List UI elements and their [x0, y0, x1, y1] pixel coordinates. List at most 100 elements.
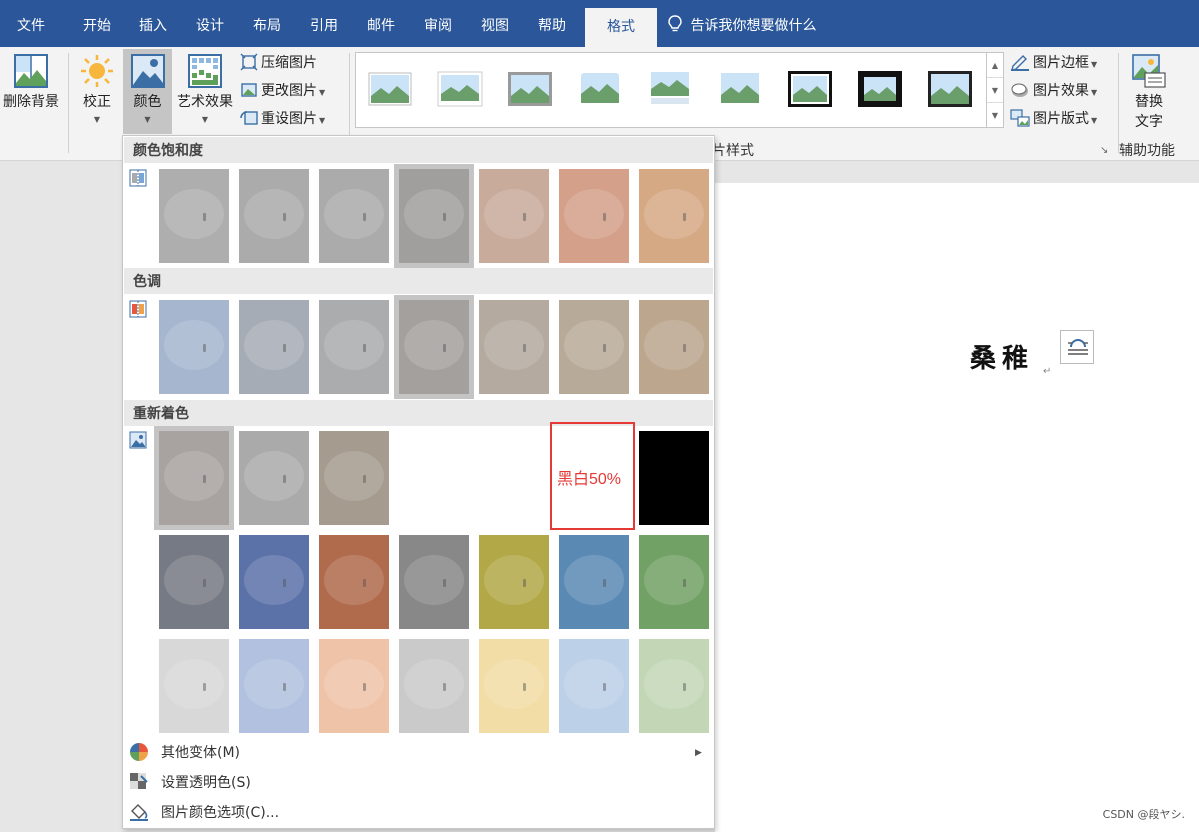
- tab-references[interactable]: 引用: [297, 0, 351, 47]
- submenu-arrow-icon: ▶: [695, 748, 702, 758]
- picture-styles-group-label: 片样式: [712, 143, 754, 159]
- color-swatch[interactable]: [239, 535, 309, 629]
- color-swatch[interactable]: [559, 535, 629, 629]
- scroll-up-icon[interactable]: ▲: [987, 53, 1003, 78]
- color-swatch[interactable]: [639, 169, 709, 263]
- picture-style-thumbnail[interactable]: [367, 70, 413, 108]
- color-swatch[interactable]: [479, 169, 549, 263]
- more-variations-item[interactable]: 其他变体(M): [161, 742, 240, 764]
- picture-style-thumbnail[interactable]: [507, 70, 553, 108]
- color-swatch[interactable]: [479, 431, 549, 525]
- color-wheel-icon: [130, 743, 148, 761]
- corrections-button[interactable]: 校正 ▼: [74, 53, 120, 124]
- tell-me-search[interactable]: 告诉我你想要做什么: [668, 0, 816, 47]
- ribbon-separator: [68, 53, 69, 153]
- tab-insert[interactable]: 插入: [126, 0, 180, 47]
- color-swatch[interactable]: [559, 300, 629, 394]
- tab-view[interactable]: 视图: [468, 0, 522, 47]
- color-swatch[interactable]: [319, 431, 389, 525]
- color-swatch[interactable]: [319, 169, 389, 263]
- color-swatch[interactable]: [399, 639, 469, 733]
- color-swatch[interactable]: [239, 431, 309, 525]
- color-swatch[interactable]: [479, 639, 549, 733]
- color-swatch[interactable]: [239, 169, 309, 263]
- color-swatch[interactable]: [159, 169, 229, 263]
- lightbulb-icon: [668, 15, 682, 32]
- scroll-down-icon[interactable]: ▼: [987, 78, 1003, 103]
- color-swatch[interactable]: [319, 639, 389, 733]
- section-header-tone: 色调: [124, 268, 713, 294]
- color-swatch[interactable]: [479, 535, 549, 629]
- color-swatch[interactable]: [319, 300, 389, 394]
- picture-style-thumbnail[interactable]: [717, 70, 763, 108]
- color-swatch[interactable]: [639, 639, 709, 733]
- dialog-launcher-icon[interactable]: ↘: [1100, 145, 1108, 156]
- color-swatch[interactable]: [319, 535, 389, 629]
- picture-styles-gallery: [355, 52, 987, 128]
- chevron-down-icon: ▼: [1091, 88, 1098, 97]
- color-swatch[interactable]: [159, 639, 229, 733]
- picture-style-thumbnail[interactable]: [927, 70, 973, 108]
- tab-mailings[interactable]: 邮件: [354, 0, 408, 47]
- picture-effects-button[interactable]: 图片效果 ▼: [1010, 80, 1097, 102]
- sun-icon: [81, 55, 113, 87]
- tab-review[interactable]: 审阅: [411, 0, 465, 47]
- document-text[interactable]: 桑稚: [970, 338, 1034, 375]
- gallery-expand-icon[interactable]: ▼: [987, 103, 1003, 128]
- chevron-down-icon: ▼: [93, 115, 101, 124]
- color-swatch[interactable]: [559, 169, 629, 263]
- corrections-label: 校正: [83, 94, 111, 110]
- remove-background-icon: [14, 54, 48, 88]
- picture-style-thumbnail[interactable]: [787, 70, 833, 108]
- chevron-down-icon: ▼: [319, 116, 326, 125]
- compress-pictures-button[interactable]: 压缩图片: [240, 52, 317, 74]
- pen-icon: [1011, 54, 1029, 71]
- document-margin-strip: [715, 161, 1199, 183]
- color-swatch[interactable]: [239, 639, 309, 733]
- color-swatch[interactable]: [159, 300, 229, 394]
- picture-style-thumbnail[interactable]: [437, 70, 483, 108]
- alt-text-button[interactable]: 替换 文字: [1122, 53, 1176, 131]
- picture-border-label: 图片边框: [1033, 55, 1089, 71]
- color-swatch[interactable]: [639, 431, 709, 525]
- color-swatch[interactable]: [559, 639, 629, 733]
- compress-label: 压缩图片: [261, 55, 317, 71]
- change-picture-button[interactable]: 更改图片 ▼: [240, 80, 325, 102]
- color-swatch[interactable]: [159, 535, 229, 629]
- color-swatch[interactable]: [399, 300, 469, 394]
- tab-format[interactable]: 格式: [585, 8, 657, 47]
- saturation-icon: [129, 169, 147, 187]
- tab-home[interactable]: 开始: [70, 0, 124, 47]
- remove-background-button[interactable]: 删除背景: [0, 53, 62, 111]
- remove-background-label: 删除背景: [3, 94, 59, 110]
- reset-picture-button[interactable]: 重设图片 ▼: [240, 108, 325, 130]
- picture-layout-button[interactable]: 图片版式 ▼: [1010, 108, 1097, 130]
- tone-icon: [129, 300, 147, 318]
- picture-style-thumbnail[interactable]: [577, 70, 623, 108]
- color-button[interactable]: 颜色 ▼: [123, 53, 172, 124]
- alt-text-icon: [1132, 54, 1166, 88]
- color-swatch[interactable]: [399, 535, 469, 629]
- color-swatch[interactable]: [639, 535, 709, 629]
- document-page[interactable]: [715, 183, 1199, 832]
- reset-picture-icon: [240, 110, 258, 125]
- artistic-effects-button[interactable]: 艺术效果 ▼: [174, 53, 236, 124]
- color-swatch[interactable]: [399, 431, 469, 525]
- picture-border-button[interactable]: 图片边框 ▼: [1010, 52, 1097, 74]
- gallery-scrollbar[interactable]: ▲ ▼ ▼: [987, 52, 1004, 128]
- color-swatch[interactable]: [399, 169, 469, 263]
- color-swatch[interactable]: [239, 300, 309, 394]
- tab-help[interactable]: 帮助: [525, 0, 579, 47]
- layout-options-button[interactable]: [1060, 330, 1094, 364]
- picture-style-thumbnail[interactable]: [647, 70, 693, 108]
- color-swatch[interactable]: [159, 431, 229, 525]
- set-transparent-color-item[interactable]: 设置透明色(S): [161, 772, 251, 794]
- tab-file[interactable]: 文件: [0, 0, 62, 47]
- tab-layout[interactable]: 布局: [240, 0, 294, 47]
- color-swatch[interactable]: [479, 300, 549, 394]
- tab-design[interactable]: 设计: [183, 0, 237, 47]
- picture-style-thumbnail[interactable]: [857, 70, 903, 108]
- picture-color-options-item[interactable]: 图片颜色选项(C)...: [161, 802, 279, 824]
- recolor-icon: [129, 431, 147, 449]
- color-swatch[interactable]: [639, 300, 709, 394]
